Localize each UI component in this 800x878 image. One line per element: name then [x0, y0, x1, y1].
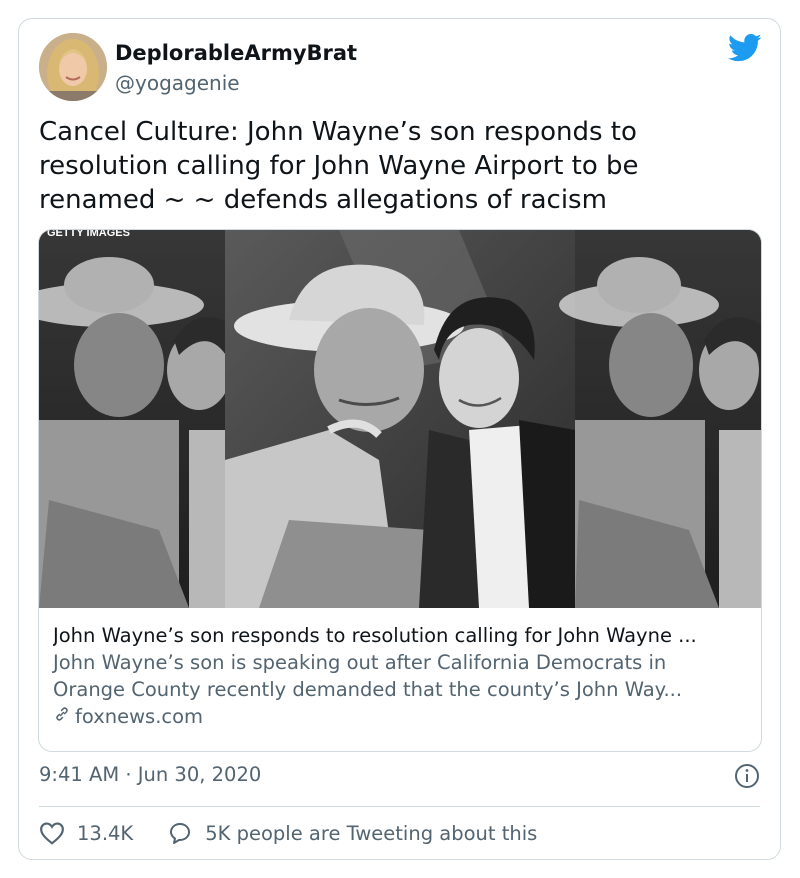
link-icon: [53, 703, 71, 731]
display-name[interactable]: DeplorableArmyBrat: [115, 41, 357, 65]
tweet-text-line: Cancel Culture: John Wayne’s son respond…: [39, 117, 637, 147]
reply-text: 5K people are Tweeting about this: [205, 821, 538, 845]
tweet-card: DeplorableArmyBrat @yogagenie Cancel Cul…: [18, 18, 781, 860]
divider: [39, 806, 760, 807]
watermark-text: GETTY IMAGES: [47, 230, 130, 239]
link-description-line: John Wayne’s son is speaking out after C…: [53, 651, 667, 674]
link-description: John Wayne’s son is speaking out after C…: [53, 649, 749, 703]
link-domain-row: foxnews.com: [53, 703, 749, 731]
tweet-text-line: resolution calling for John Wayne Airpor…: [39, 151, 639, 181]
link-preview-text: John Wayne’s son responds to resolution …: [53, 622, 749, 731]
action-bar: 13.4K 5K people are Tweeting about this: [39, 819, 571, 847]
link-description-line: Orange County recently demanded that the…: [53, 678, 683, 701]
reply-button[interactable]: 5K people are Tweeting about this: [167, 821, 537, 845]
tweet-text: Cancel Culture: John Wayne’s son respond…: [39, 115, 759, 217]
reply-bubble-icon: [170, 823, 191, 844]
tweet-text-line: renamed ~ ~ defends allegations of racis…: [39, 185, 607, 215]
twitter-bird-icon[interactable]: [727, 33, 762, 63]
user-handle[interactable]: @yogagenie: [115, 71, 240, 95]
like-button[interactable]: 13.4K: [39, 821, 133, 845]
link-title: John Wayne’s son responds to resolution …: [53, 624, 697, 647]
tweet-timestamp[interactable]: 9:41 AM · Jun 30, 2020: [39, 763, 261, 786]
avatar[interactable]: [39, 33, 107, 101]
link-domain: foxnews.com: [75, 705, 204, 728]
link-preview-image: GETTY IMAGES: [39, 230, 761, 608]
info-icon[interactable]: [734, 763, 760, 789]
like-count: 13.4K: [77, 821, 134, 845]
heart-icon: [40, 822, 64, 845]
link-preview-card[interactable]: GETTY IMAGES John Wayne’s son responds t…: [38, 229, 762, 752]
avatar-image: [39, 33, 107, 101]
